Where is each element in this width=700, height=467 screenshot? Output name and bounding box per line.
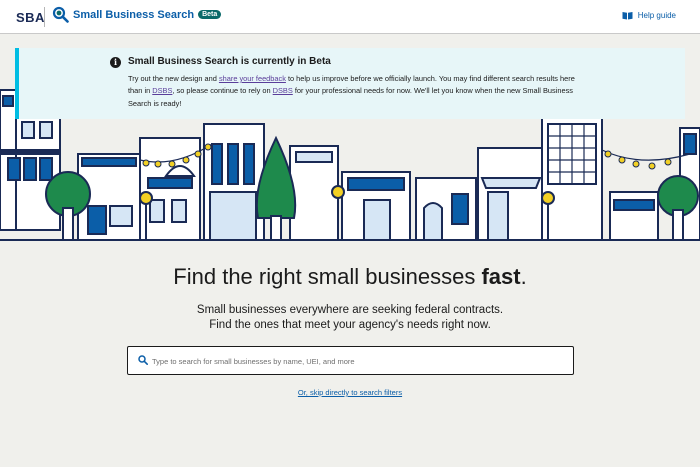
beta-alert: i Small Business Search is currently in … [15,48,685,119]
app-title: Small Business Search [73,8,195,21]
dsbs-link[interactable]: DSBS [273,86,293,95]
search-icon [138,355,148,365]
title-prefix: Find the right small businesses [173,264,482,289]
title-suffix: . [520,264,527,289]
alert-body: Try out the new design and share your fe… [128,73,578,110]
sba-logo-text: SBA [16,9,45,25]
help-guide-label: Help guide [637,11,676,20]
page-title: Find the right small businesses fast. [0,264,700,290]
header-divider [44,7,45,27]
sba-logo[interactable]: SBA [16,6,45,28]
search-box[interactable] [127,346,574,375]
info-icon: i [110,57,121,68]
alert-text: Try out the new design and [128,74,219,83]
share-feedback-link[interactable]: share your feedback [219,74,286,83]
dsbs-link[interactable]: DSBS [152,86,172,95]
page-subtitle: Small businesses everywhere are seeking … [0,303,700,333]
alert-title: Small Business Search is currently in Be… [128,56,331,67]
title-emphasis: fast [481,264,521,289]
site-header: SBA Small Business Search Beta Help guid… [0,0,700,34]
beta-badge: Beta [198,10,222,19]
skip-to-filters-link[interactable]: Or, skip directly to search filters [0,388,700,397]
subtitle-line: Small businesses everywhere are seeking … [196,304,504,316]
magnifier-logo-icon [52,6,69,23]
app-brand[interactable]: Small Business Search Beta [52,6,222,23]
alert-text: , so please continue to rely on [172,86,273,96]
book-icon [622,12,633,20]
search-input[interactable] [152,353,562,369]
help-guide-link[interactable]: Help guide [622,11,676,20]
subtitle-line: Find the ones that meet your agency's ne… [209,319,491,331]
